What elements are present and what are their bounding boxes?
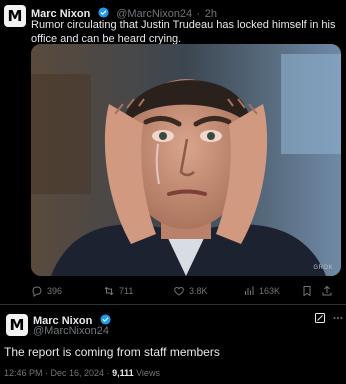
views-label: Views bbox=[133, 368, 160, 378]
author-handle[interactable]: @MarcNixon24 bbox=[33, 325, 109, 337]
post-metadata: 12:46 PM · Dec 16, 2024 · 9,111 Views bbox=[4, 368, 160, 378]
avatar[interactable]: M bbox=[6, 314, 28, 336]
views-count: 163K bbox=[259, 286, 281, 296]
bookmark-icon bbox=[303, 286, 311, 297]
share-icon bbox=[322, 285, 332, 296]
verified-badge-icon bbox=[98, 7, 109, 18]
heart-icon bbox=[174, 286, 184, 296]
reply-count: 396 bbox=[47, 286, 63, 296]
more-options-icon[interactable] bbox=[332, 312, 344, 324]
post-actions: 396 711 3.8K 163K bbox=[31, 285, 333, 299]
verified-badge-icon bbox=[100, 314, 111, 325]
reply-button[interactable]: 396 bbox=[31, 285, 62, 297]
reply-icon bbox=[32, 286, 42, 297]
views-chart-icon bbox=[245, 286, 254, 295]
avatar[interactable]: M bbox=[4, 5, 26, 27]
post-text: Rumor circulating that Justin Trudeau ha… bbox=[31, 19, 336, 45]
views-button[interactable]: 163K bbox=[243, 285, 280, 297]
post-timestamp[interactable]: 12:46 PM · Dec 16, 2024 · bbox=[4, 368, 112, 378]
avatar-letter: M bbox=[7, 7, 23, 25]
share-button[interactable] bbox=[321, 285, 333, 297]
crying-man-photo bbox=[31, 44, 341, 276]
bookmark-button[interactable] bbox=[301, 285, 313, 297]
like-button[interactable]: 3.8K bbox=[173, 285, 208, 297]
repost-icon bbox=[104, 287, 114, 295]
post-text: The report is coming from staff members bbox=[4, 345, 220, 359]
post-image[interactable]: GROK bbox=[31, 44, 341, 276]
repost-count: 711 bbox=[119, 286, 134, 296]
views-count: 9,111 bbox=[112, 368, 134, 378]
avatar-letter: M bbox=[9, 316, 25, 334]
repost-button[interactable]: 711 bbox=[103, 285, 133, 297]
like-count: 3.8K bbox=[189, 286, 208, 296]
divider bbox=[0, 304, 346, 305]
grok-icon[interactable] bbox=[314, 312, 326, 324]
image-watermark: GROK bbox=[313, 265, 333, 271]
